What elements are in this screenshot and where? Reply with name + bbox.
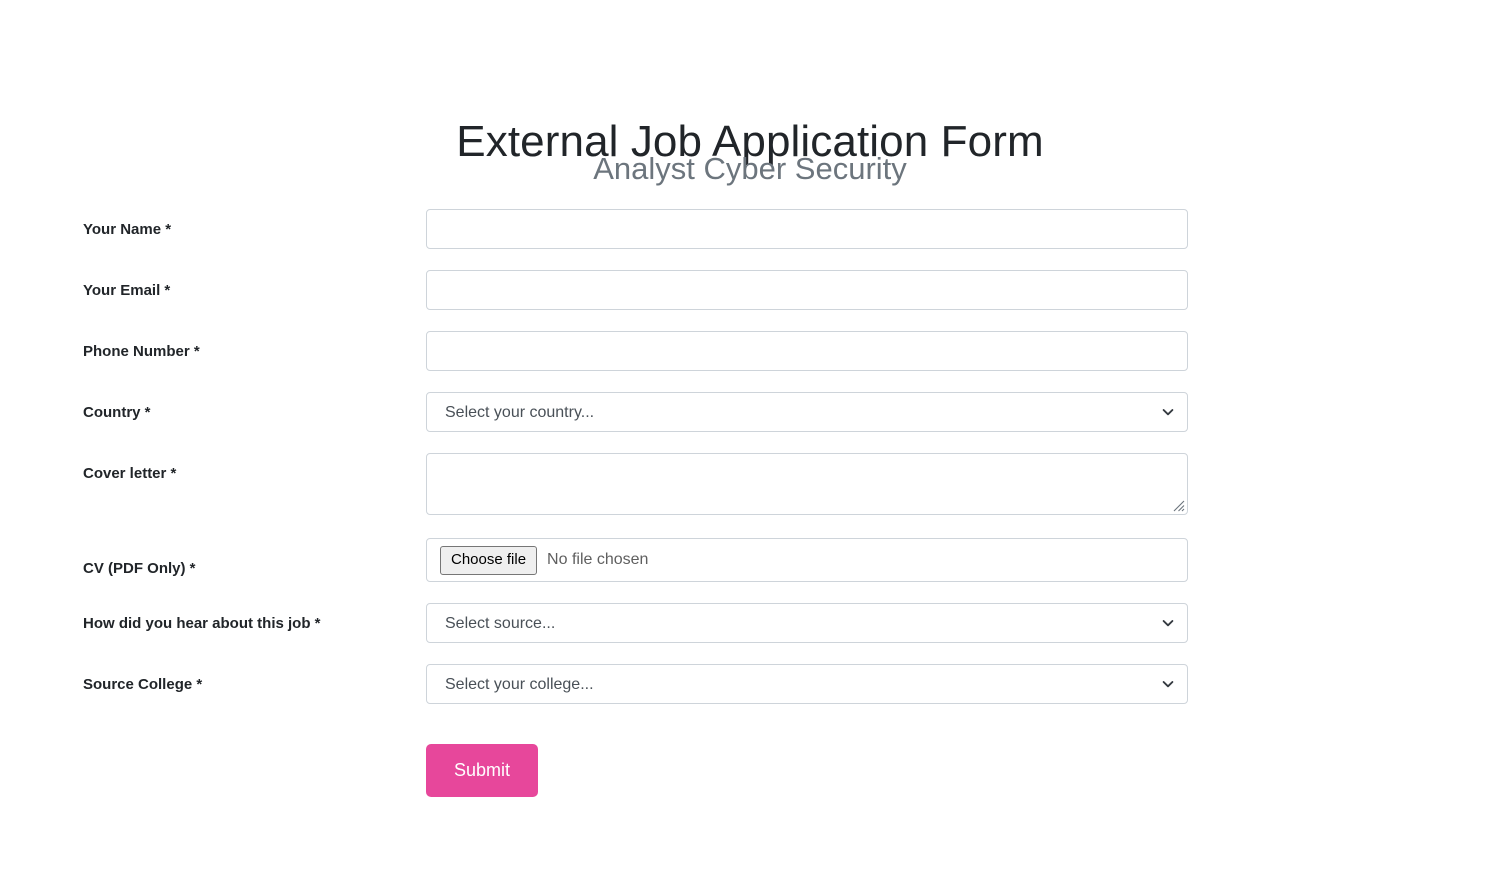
source-select-value[interactable]: Select source... <box>426 603 1188 643</box>
label-how-did-you-hear: How did you hear about this job * <box>83 615 321 632</box>
source-select[interactable]: Select source... <box>426 603 1188 643</box>
resize-handle-icon[interactable] <box>1171 498 1185 512</box>
control-country: Select your country... <box>426 392 1188 432</box>
control-phone-number <box>426 331 1188 371</box>
form-row-name: Your Name * <box>0 209 1500 270</box>
country-select[interactable]: Select your country... <box>426 392 1188 432</box>
cover-letter-textarea[interactable] <box>426 453 1188 515</box>
your-email-input[interactable] <box>426 270 1188 310</box>
control-cover-letter <box>426 453 1188 515</box>
submit-button[interactable]: Submit <box>426 744 539 797</box>
form-row-phone: Phone Number * <box>0 331 1500 392</box>
page-subtitle: Analyst Cyber Security <box>593 151 907 186</box>
form-row-source: How did you hear about this job * Select… <box>0 603 1500 664</box>
cv-file-input[interactable]: Choose file No file chosen <box>426 538 1188 582</box>
job-application-form: Your Name * Your Email * Phone Number * … <box>0 209 1500 797</box>
college-select-value[interactable]: Select your college... <box>426 664 1188 704</box>
control-your-name <box>426 209 1188 249</box>
form-row-email: Your Email * <box>0 270 1500 331</box>
file-chosen-status: No file chosen <box>547 551 649 568</box>
label-your-email: Your Email * <box>83 282 171 299</box>
control-cv: Choose file No file chosen <box>426 538 1188 582</box>
form-row-college: Source College * Select your college... <box>0 664 1500 725</box>
form-row-cv: CV (PDF Only) * Choose file No file chos… <box>0 538 1500 603</box>
label-source-college: Source College * <box>83 676 203 693</box>
your-name-input[interactable] <box>426 209 1188 249</box>
label-country: Country * <box>83 404 151 421</box>
application-form-page: External Job Application Form Analyst Cy… <box>0 0 1500 873</box>
choose-file-button[interactable]: Choose file <box>440 545 538 575</box>
country-select-value[interactable]: Select your country... <box>426 392 1188 432</box>
label-cover-letter: Cover letter * <box>83 465 177 482</box>
college-select[interactable]: Select your college... <box>426 664 1188 704</box>
form-row-cover-letter: Cover letter * <box>0 453 1500 538</box>
control-your-email <box>426 270 1188 310</box>
form-row-country: Country * Select your country... <box>0 392 1500 453</box>
control-college: Select your college... <box>426 664 1188 704</box>
phone-number-input[interactable] <box>426 331 1188 371</box>
label-your-name: Your Name * <box>83 221 172 238</box>
label-phone-number: Phone Number * <box>83 343 200 360</box>
form-row-submit: Submit <box>0 725 1500 797</box>
label-cv: CV (PDF Only) * <box>83 560 196 577</box>
control-source: Select source... <box>426 603 1188 643</box>
